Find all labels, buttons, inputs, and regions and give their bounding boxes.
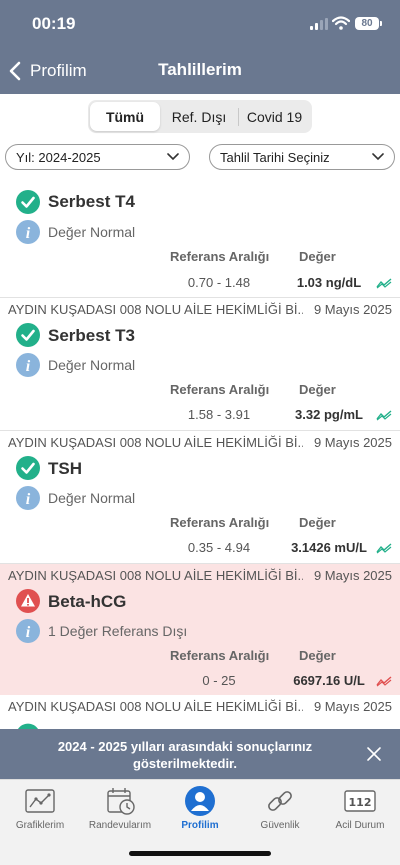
reference-range-header: Referans Aralığı [170,382,270,397]
check-circle-icon [16,456,40,480]
info-icon: i [16,353,40,377]
test-name: Serbest T4 [48,192,135,211]
reference-range: 0 - 25 [202,673,236,688]
lab-name: AYDIN KUŞADASI 008 NOLU AİLE HEKİMLİĞİ B… [8,302,303,317]
svg-text:i: i [26,624,31,641]
result-card-out-of-range[interactable]: AYDIN KUŞADASI 008 NOLU AİLE HEKİMLİĞİ B… [0,564,400,697]
check-circle-icon [16,190,40,214]
trend-chart-icon[interactable] [376,675,392,687]
year-dropdown[interactable]: Yıl: 2024-2025 [5,144,190,170]
result-note: Değer Normal [48,224,136,240]
status-time: 00:19 [32,14,76,33]
result-value: 3.32 pg/mL [295,407,363,422]
trend-chart-icon[interactable] [376,277,392,289]
tab-label: Profilim [181,820,219,831]
result-card[interactable]: AYDIN KUŞADASI 008 NOLU AİLE HEKİMLİĞİ B… [0,431,400,564]
segment-covid19[interactable]: Covid 19 [238,107,310,126]
trend-chart-icon[interactable] [376,409,392,421]
calendar-icon [107,788,135,815]
reference-range: 0.35 - 4.94 [187,540,251,555]
tab-emergency[interactable]: 112 Acil Durum [320,786,400,832]
result-note: Değer Normal [48,357,136,373]
lab-name: AYDIN KUŞADASI 008 NOLU AİLE HEKİMLİĞİ B… [8,699,303,714]
tab-label: Randevularım [88,820,152,831]
segment-all[interactable]: Tümü [90,102,160,131]
chart-icon [25,789,55,813]
tab-appointments[interactable]: Randevularım [80,786,160,832]
result-note: Değer Normal [48,490,136,506]
value-header: Değer [299,515,336,530]
result-value: 3.1426 mU/L [291,540,367,555]
close-icon[interactable] [366,746,382,762]
person-icon [185,786,215,816]
tab-label: Güvenlik [260,820,300,831]
result-value: 6697.16 U/L [293,673,365,688]
tab-security[interactable]: Güvenlik [240,786,320,832]
year-dropdown-value: Yıl: 2024-2025 [16,149,101,165]
result-card[interactable]: AYDIN KUŞADASI 008 NOLU AİLE HEKİMLİĞİ B… [0,298,400,431]
trend-chart-icon[interactable] [376,542,392,554]
page-title: Tahlillerim [158,60,242,79]
toast-message: 2024 - 2025 yılları arasındaki sonuçları… [57,739,313,771]
value-header: Değer [299,382,336,397]
status-bar: 00:19 80 [0,0,400,46]
reference-range-header: Referans Aralığı [170,648,270,663]
battery-tip [380,21,382,26]
test-name: Beta-hCG [48,592,127,611]
reference-range: 1.58 - 3.91 [187,407,251,422]
check-circle-icon [18,723,38,729]
info-icon: i [16,619,40,643]
result-card[interactable]: Serbest T4 i Değer Normal Referans Aralı… [0,180,400,298]
link-icon [268,791,292,811]
wifi-icon [332,16,350,30]
lab-name: AYDIN KUŞADASI 008 NOLU AİLE HEKİMLİĞİ B… [8,568,303,583]
result-date: 9 Mayıs 2025 [313,435,392,450]
value-header: Değer [299,249,336,264]
reference-range-header: Referans Aralığı [170,515,270,530]
value-header: Değer [299,648,336,663]
header: 00:19 80 Profilim Tahlillerim [0,0,400,94]
reference-range: 0.70 - 1.48 [187,275,251,290]
segment-out-of-range[interactable]: Ref. Dışı [160,102,238,131]
tab-graphs[interactable]: Grafiklerim [0,786,80,832]
test-name: Serbest T3 [48,326,135,345]
warning-icon [16,589,40,613]
result-value: 1.03 ng/dL [296,275,362,290]
signal-icon [310,18,328,30]
filter-segmented-control: Tümü Ref. Dışı Covid 19 [88,100,312,133]
test-date-dropdown-value: Tahlil Tarihi Seçiniz [220,149,330,165]
check-circle-icon [16,323,40,347]
home-indicator [129,851,271,856]
test-name: TSH [48,459,82,478]
reference-range-header: Referans Aralığı [170,249,270,264]
svg-text:i: i [26,225,31,242]
info-toast: 2024 - 2025 yılları arasındaki sonuçları… [0,729,400,779]
tab-label: Acil Durum [335,820,385,831]
svg-text:112: 112 [349,796,372,809]
battery-indicator: 80 [355,17,379,30]
chevron-down-icon [372,153,384,161]
result-date: 9 Mayıs 2025 [313,568,392,583]
result-card[interactable]: AYDIN KUŞADASI 008 NOLU AİLE HEKİMLİĞİ B… [0,695,400,729]
info-icon: i [16,220,40,244]
svg-text:i: i [26,358,31,375]
svg-text:i: i [26,491,31,508]
emergency-112-icon: 112 [344,790,376,812]
tab-profile[interactable]: Profilim [160,786,240,832]
info-icon: i [16,486,40,510]
result-note: 1 Değer Referans Dışı [48,623,188,639]
chevron-down-icon [167,153,179,161]
result-date: 9 Mayıs 2025 [313,699,392,714]
test-date-dropdown[interactable]: Tahlil Tarihi Seçiniz [209,144,395,170]
result-date: 9 Mayıs 2025 [313,302,392,317]
tab-label: Grafiklerim [15,820,65,831]
lab-name: AYDIN KUŞADASI 008 NOLU AİLE HEKİMLİĞİ B… [8,435,303,450]
